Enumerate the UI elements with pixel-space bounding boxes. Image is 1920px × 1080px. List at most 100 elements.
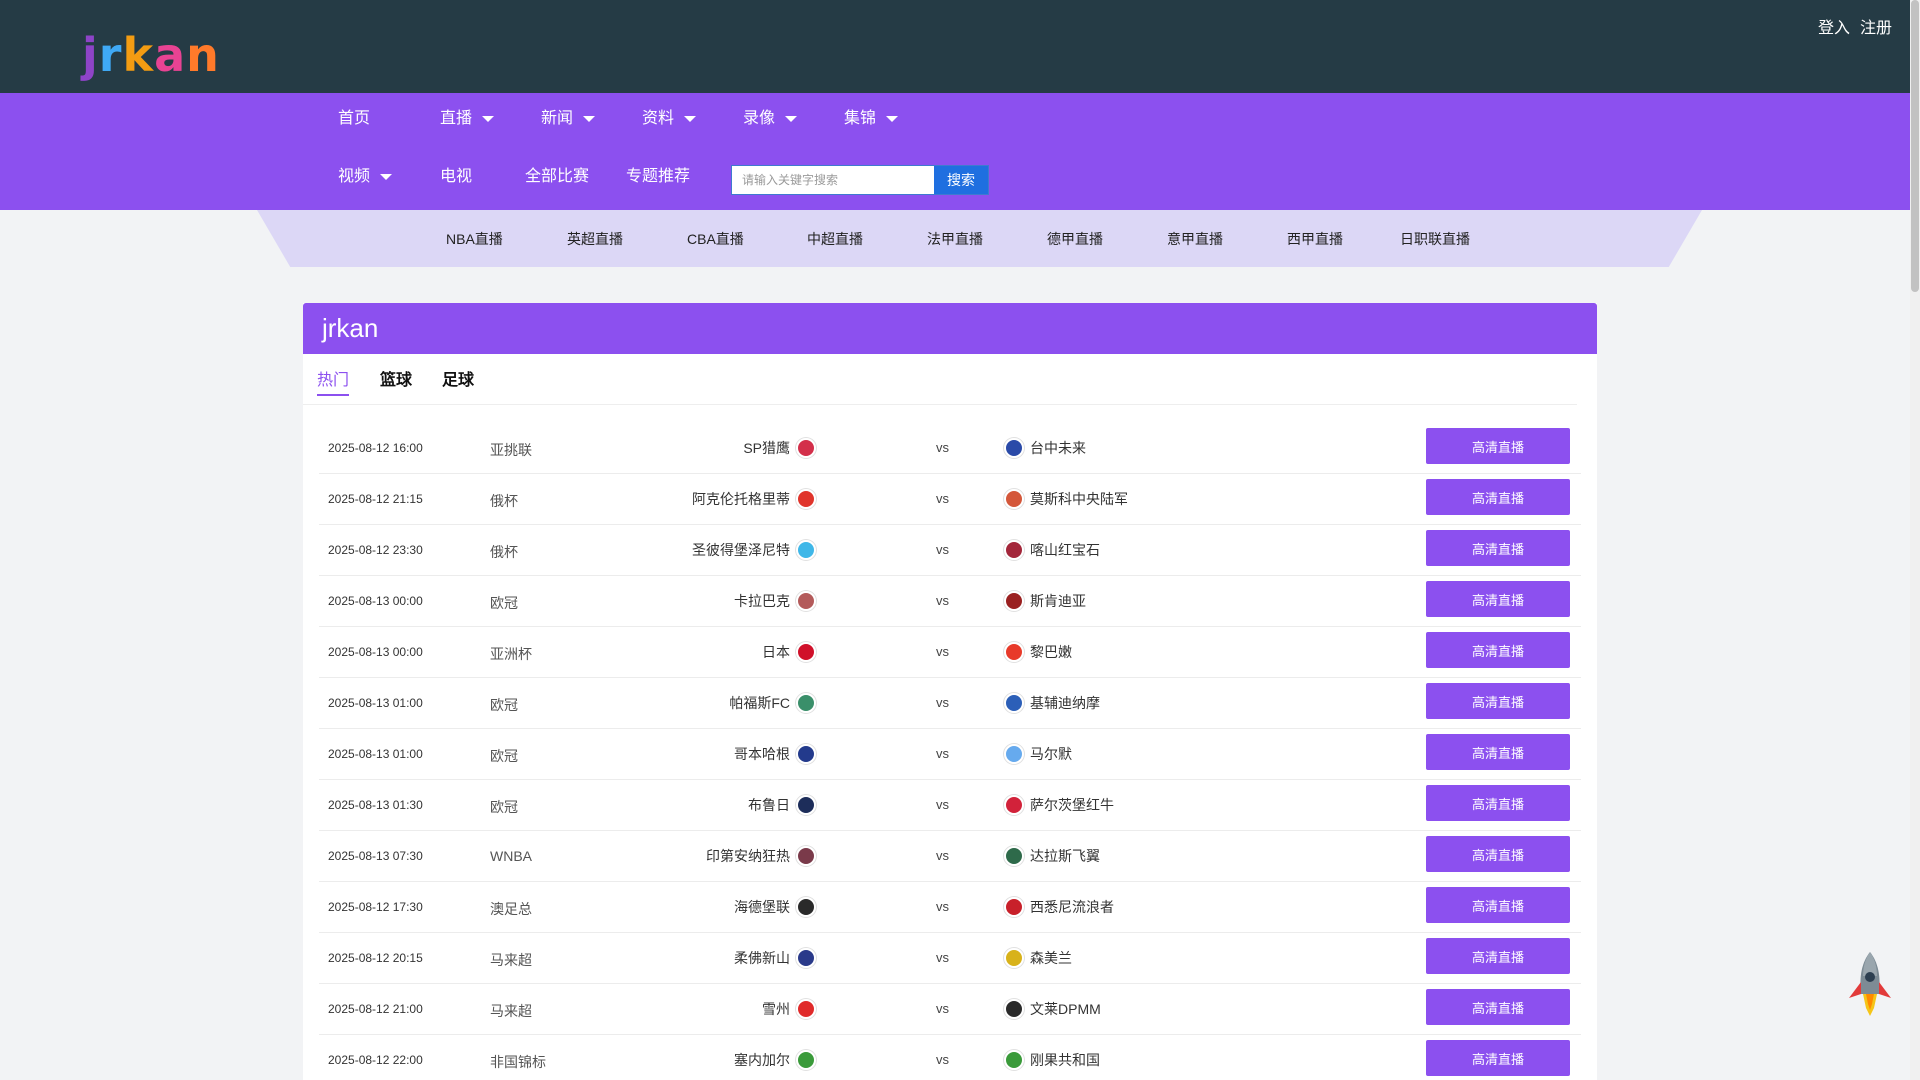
hd-live-button[interactable]: 高清直播 <box>1426 887 1570 923</box>
match-time: 2025-08-13 00:00 <box>328 594 423 608</box>
vs-label: vs <box>936 746 949 761</box>
tab-basketball[interactable]: 篮球 <box>380 366 412 394</box>
match-row: 2025-08-12 20:15 马来超 柔佛新山 vs 森美兰 高清直播 <box>319 933 1581 984</box>
match-league[interactable]: 欧冠 <box>490 746 518 766</box>
subnav-item-nba[interactable]: NBA直播 <box>446 229 503 249</box>
page-scrollbar[interactable] <box>1910 0 1920 1080</box>
subnav-item-csl[interactable]: 中超直播 <box>807 229 863 249</box>
hd-live-button[interactable]: 高清直播 <box>1426 938 1570 974</box>
site-logo[interactable]: jrkan <box>82 28 220 78</box>
hd-live-button[interactable]: 高清直播 <box>1426 530 1570 566</box>
subnav-item-cba[interactable]: CBA直播 <box>687 229 744 249</box>
hd-live-button[interactable]: 高清直播 <box>1426 479 1570 515</box>
login-link[interactable]: 登入 <box>1818 14 1850 38</box>
home-team-name: 海德堡联 <box>734 899 790 915</box>
match-league[interactable]: 欧冠 <box>490 797 518 817</box>
auth-links: 登入 注册 <box>1818 14 1892 38</box>
home-team-name: 卡拉巴克 <box>734 593 790 609</box>
home-team: 印第安纳狂热 <box>706 846 816 866</box>
away-team-name: 马尔默 <box>1030 746 1072 762</box>
home-team-name: 柔佛新山 <box>734 950 790 966</box>
match-row: 2025-08-13 01:00 欧冠 哥本哈根 vs 马尔默 高清直播 <box>319 729 1581 780</box>
home-team: 帕福斯FC <box>729 693 816 713</box>
nav-item-home[interactable]: 首页 <box>338 105 370 133</box>
home-team-name: 哥本哈根 <box>734 746 790 762</box>
hd-live-button[interactable]: 高清直播 <box>1426 785 1570 821</box>
match-time: 2025-08-13 01:00 <box>328 747 423 761</box>
hd-live-button[interactable]: 高清直播 <box>1426 836 1570 872</box>
away-team-badge-icon <box>1004 795 1024 815</box>
match-row: 2025-08-13 00:00 欧冠 卡拉巴克 vs 斯肯迪亚 高清直播 <box>319 576 1581 627</box>
search-button[interactable]: 搜索 <box>934 166 988 194</box>
tab-hot[interactable]: 热门 <box>317 366 350 396</box>
hd-live-button[interactable]: 高清直播 <box>1426 683 1570 719</box>
match-league[interactable]: 俄杯 <box>490 491 518 511</box>
match-league[interactable]: 欧冠 <box>490 593 518 613</box>
caret-down-icon <box>886 116 899 122</box>
hd-live-button[interactable]: 高清直播 <box>1426 428 1570 464</box>
match-league[interactable]: 非国锦标 <box>490 1052 546 1072</box>
away-team-name: 斯肯迪亚 <box>1030 593 1086 609</box>
register-link[interactable]: 注册 <box>1860 14 1892 38</box>
hd-live-button[interactable]: 高清直播 <box>1426 632 1570 668</box>
subnav-item-seriea[interactable]: 意甲直播 <box>1167 229 1223 249</box>
subnav-item-jleague[interactable]: 日职联直播 <box>1400 229 1470 249</box>
nav-item-data[interactable]: 资料 <box>642 105 697 133</box>
vs-label: vs <box>936 593 949 608</box>
vs-label: vs <box>936 491 949 506</box>
nav-label: 视频 <box>338 168 371 185</box>
home-team-name: 塞内加尔 <box>734 1052 790 1068</box>
match-league[interactable]: 马来超 <box>490 1001 532 1021</box>
match-league[interactable]: 亚洲杯 <box>490 644 532 664</box>
away-team-badge-icon <box>1004 540 1024 560</box>
vs-label: vs <box>936 848 949 863</box>
nav-item-highlights[interactable]: 集锦 <box>844 105 899 133</box>
hd-live-button[interactable]: 高清直播 <box>1426 1040 1570 1076</box>
nav-item-news[interactable]: 新闻 <box>541 105 596 133</box>
nav-item-topics[interactable]: 专题推荐 <box>626 163 690 191</box>
away-team-name: 莫斯科中央陆军 <box>1030 491 1128 507</box>
hd-live-button[interactable]: 高清直播 <box>1426 734 1570 770</box>
logo-letter: k <box>122 28 155 82</box>
hd-live-button[interactable]: 高清直播 <box>1426 989 1570 1025</box>
match-row: 2025-08-13 01:30 欧冠 布鲁日 vs 萨尔茨堡红牛 高清直播 <box>319 780 1581 831</box>
away-team: 森美兰 <box>1004 948 1072 968</box>
search-input[interactable] <box>732 166 934 194</box>
match-league[interactable]: 俄杯 <box>490 542 518 562</box>
away-team: 文莱DPMM <box>1004 999 1101 1019</box>
away-team-name: 基辅迪纳摩 <box>1030 695 1100 711</box>
nav-item-replay[interactable]: 录像 <box>743 105 798 133</box>
match-league[interactable]: WNBA <box>490 848 532 864</box>
scrollbar-thumb[interactable] <box>1911 0 1919 292</box>
match-league[interactable]: 欧冠 <box>490 695 518 715</box>
away-team: 斯肯迪亚 <box>1004 591 1086 611</box>
nav-item-live[interactable]: 直播 <box>440 105 495 133</box>
away-team-name: 森美兰 <box>1030 950 1072 966</box>
back-to-top-rocket-icon[interactable] <box>1845 950 1895 1018</box>
away-team-badge-icon <box>1004 591 1024 611</box>
vs-label: vs <box>936 644 949 659</box>
subnav-item-epl[interactable]: 英超直播 <box>567 229 623 249</box>
home-team-badge-icon <box>796 897 816 917</box>
nav-item-video[interactable]: 视频 <box>338 163 393 191</box>
vs-label: vs <box>936 899 949 914</box>
top-header: jrkan 登入 注册 <box>0 0 1910 93</box>
logo-letter: a <box>154 28 187 82</box>
nav-item-tv[interactable]: 电视 <box>440 163 472 191</box>
away-team-name: 刚果共和国 <box>1030 1052 1100 1068</box>
hd-live-button[interactable]: 高清直播 <box>1426 581 1570 617</box>
match-league[interactable]: 亚挑联 <box>490 440 532 460</box>
main-nav: 首页 直播 新闻 资料 录像 集锦 视频 电视 全部比赛 专题推荐 搜索 <box>0 93 1910 210</box>
subnav-item-laliga[interactable]: 西甲直播 <box>1287 229 1343 249</box>
subnav-item-bundesliga[interactable]: 德甲直播 <box>1047 229 1103 249</box>
home-team-name: 雪州 <box>762 1001 790 1017</box>
match-league[interactable]: 澳足总 <box>490 899 532 919</box>
match-time: 2025-08-13 07:30 <box>328 849 423 863</box>
logo-letter: r <box>98 28 123 82</box>
sport-tabs: 热门 篮球 足球 <box>303 354 1577 405</box>
subnav-item-ligue1[interactable]: 法甲直播 <box>927 229 983 249</box>
match-league[interactable]: 马来超 <box>490 950 532 970</box>
tab-football[interactable]: 足球 <box>442 366 474 394</box>
nav-item-all-matches[interactable]: 全部比赛 <box>525 163 589 191</box>
home-team-badge-icon <box>796 540 816 560</box>
